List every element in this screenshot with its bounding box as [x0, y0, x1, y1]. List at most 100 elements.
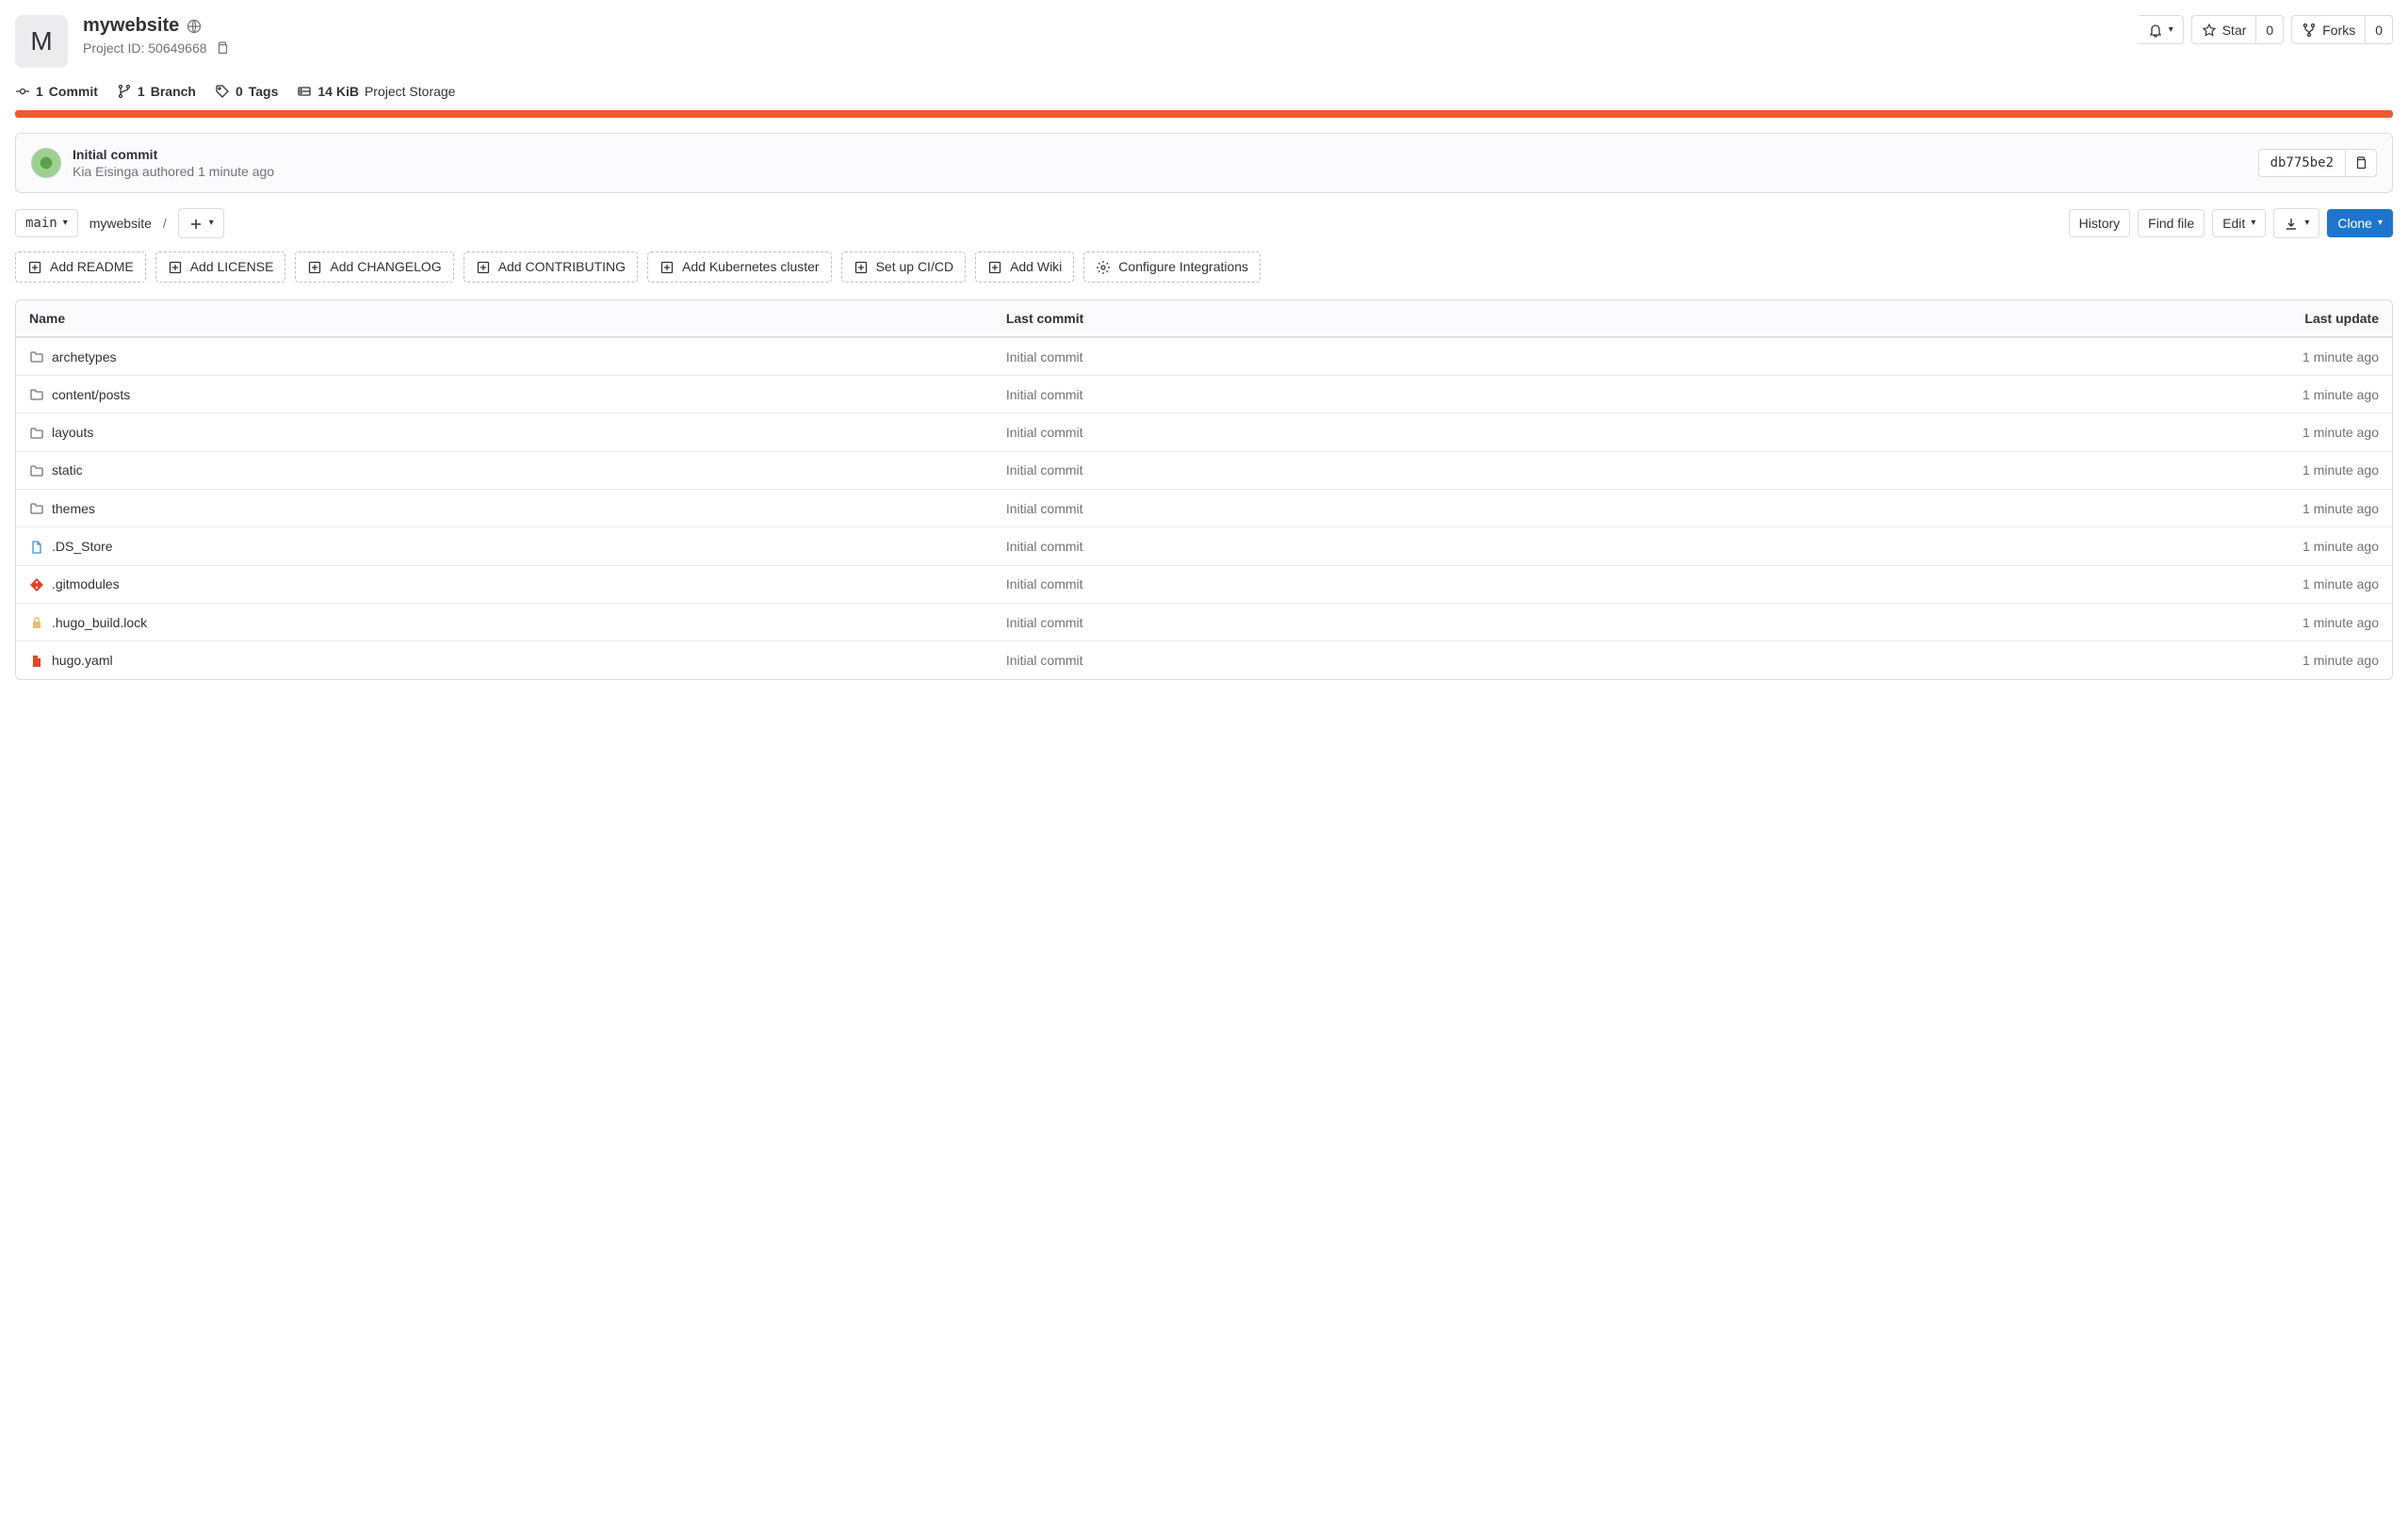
table-row: content/posts Initial commit 1 minute ago: [16, 375, 2392, 413]
branch-name: main: [25, 216, 57, 231]
suggestion-label: Add CHANGELOG: [330, 259, 441, 274]
commit-icon: [15, 83, 30, 99]
add-to-tree-button[interactable]: ▾: [178, 208, 224, 237]
file-commit-message[interactable]: Initial commit: [1006, 425, 1083, 440]
suggestion-button[interactable]: Add README: [15, 251, 146, 283]
file-commit-message[interactable]: Initial commit: [1006, 653, 1083, 668]
table-row: layouts Initial commit 1 minute ago: [16, 413, 2392, 450]
fork-icon: [2302, 22, 2317, 38]
commit-title[interactable]: Initial commit: [73, 147, 274, 162]
table-row: themesInitial commit1 minute ago: [16, 489, 2392, 526]
star-button[interactable]: Star: [2191, 15, 2257, 44]
file-update-time: 1 minute ago: [2302, 462, 2379, 478]
copy-project-id-button[interactable]: [215, 40, 230, 56]
suggestion-button[interactable]: Add CHANGELOG: [295, 251, 453, 283]
project-id-label: Project ID: 50649668: [83, 40, 207, 56]
folder-icon: [29, 500, 44, 516]
download-icon: [2284, 215, 2299, 231]
history-button[interactable]: History: [2069, 209, 2131, 237]
copy-sha-button[interactable]: [2346, 149, 2377, 177]
suggestion-label: Configure Integrations: [1118, 259, 1248, 274]
branches-count: 1: [138, 84, 145, 99]
commit-author-avatar[interactable]: [31, 148, 61, 178]
suggestion-button[interactable]: Add Wiki: [975, 251, 1074, 283]
branch-icon: [117, 83, 132, 99]
suggestion-label: Add CONTRIBUTING: [498, 259, 626, 274]
visibility-public-icon: [187, 18, 202, 34]
suggestion-button[interactable]: Configure Integrations: [1083, 251, 1261, 283]
file-name[interactable]: layouts: [52, 425, 93, 440]
branches-stat[interactable]: 1 Branch: [117, 83, 196, 99]
commit-time: 1 minute ago: [198, 164, 274, 179]
file-name[interactable]: static: [52, 462, 83, 478]
commit-author[interactable]: Kia Eisinga: [73, 164, 138, 179]
tags-count: 0: [236, 84, 243, 99]
branch-selector[interactable]: main ▾: [15, 209, 78, 237]
file-name[interactable]: .gitmodules: [52, 576, 120, 591]
commits-label: Commit: [49, 84, 98, 99]
col-name: Name: [16, 300, 993, 337]
file-update-time: 1 minute ago: [2302, 653, 2379, 668]
chevron-down-icon: ▾: [2378, 218, 2383, 228]
file-commit-message[interactable]: Initial commit: [1006, 387, 1083, 402]
file-update-time: 1 minute ago: [2302, 387, 2379, 402]
storage-stat: 14 KiB Project Storage: [297, 83, 455, 99]
fork-button[interactable]: Forks: [2291, 15, 2366, 44]
table-row: .DS_StoreInitial commit1 minute ago: [16, 526, 2392, 564]
find-file-button[interactable]: Find file: [2138, 209, 2205, 237]
file-commit-message[interactable]: Initial commit: [1006, 576, 1083, 591]
edit-label: Edit: [2222, 216, 2245, 231]
chevron-down-icon: ▾: [63, 218, 68, 228]
suggestion-button[interactable]: Set up CI/CD: [841, 251, 966, 283]
file-commit-message[interactable]: Initial commit: [1006, 501, 1083, 516]
plus-square-icon: [987, 259, 1002, 275]
language-bar: [15, 110, 2393, 118]
file-name[interactable]: hugo.yaml: [52, 653, 113, 668]
file-blue-icon: [29, 538, 44, 554]
suggestion-button[interactable]: Add Kubernetes cluster: [647, 251, 832, 283]
file-name[interactable]: content/posts: [52, 387, 130, 402]
file-commit-message[interactable]: Initial commit: [1006, 539, 1083, 554]
file-update-time: 1 minute ago: [2302, 349, 2379, 364]
star-count[interactable]: 0: [2256, 15, 2284, 44]
table-row: static Initial commit 1 minute ago: [16, 451, 2392, 489]
file-name[interactable]: .hugo_build.lock: [52, 615, 147, 630]
file-name[interactable]: themes: [52, 501, 95, 516]
lock-icon: [29, 614, 44, 630]
file-commit-message[interactable]: Initial commit: [1006, 462, 1083, 478]
yaml-icon: [29, 652, 44, 668]
clone-dropdown[interactable]: Clone ▾: [2327, 209, 2393, 237]
col-last-update: Last update: [1698, 300, 2392, 337]
file-update-time: 1 minute ago: [2302, 425, 2379, 440]
files-table: Name Last commit Last update archetypesI…: [15, 300, 2393, 680]
file-name[interactable]: archetypes: [52, 349, 116, 364]
folder-icon: [29, 386, 44, 402]
fork-count[interactable]: 0: [2366, 15, 2393, 44]
commits-stat[interactable]: 1 Commit: [15, 83, 98, 99]
fork-label: Forks: [2322, 23, 2355, 38]
file-update-time: 1 minute ago: [2302, 576, 2379, 591]
tag-icon: [215, 83, 230, 99]
download-dropdown[interactable]: ▾: [2273, 208, 2319, 237]
storage-size: 14 KiB: [317, 84, 359, 99]
file-commit-message[interactable]: Initial commit: [1006, 615, 1083, 630]
edit-dropdown[interactable]: Edit ▾: [2212, 209, 2266, 237]
suggestion-label: Set up CI/CD: [876, 259, 953, 274]
folder-icon: [29, 424, 44, 440]
plus-icon: [188, 215, 203, 231]
tags-stat[interactable]: 0 Tags: [215, 83, 278, 99]
file-name[interactable]: .DS_Store: [52, 539, 113, 554]
commit-sha[interactable]: db775be2: [2258, 149, 2346, 177]
branches-label: Branch: [151, 84, 196, 99]
breadcrumb-root[interactable]: mywebsite: [89, 216, 152, 231]
suggestion-button[interactable]: Add CONTRIBUTING: [464, 251, 638, 283]
suggestion-label: Add LICENSE: [190, 259, 274, 274]
file-commit-message[interactable]: Initial commit: [1006, 349, 1083, 364]
breadcrumb-separator: /: [163, 216, 167, 231]
notification-dropdown[interactable]: ▾: [2139, 15, 2184, 44]
project-avatar: M: [15, 15, 68, 68]
table-row: hugo.yaml Initial commit 1 minute ago: [16, 640, 2392, 678]
suggestion-label: Add Wiki: [1010, 259, 1062, 274]
gear-icon: [1096, 259, 1111, 275]
suggestion-button[interactable]: Add LICENSE: [155, 251, 286, 283]
